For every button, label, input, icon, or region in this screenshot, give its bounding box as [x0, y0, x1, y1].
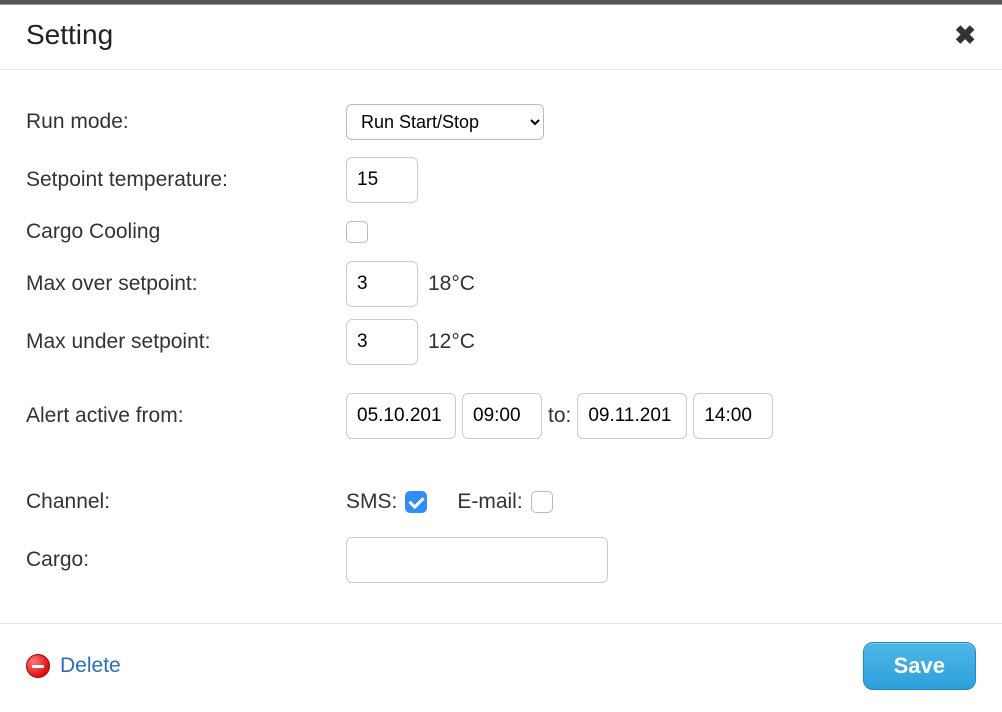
- delete-label: Delete: [60, 654, 121, 678]
- alert-to-time-input[interactable]: [693, 393, 773, 439]
- modal-header: Setting ✖: [0, 5, 1002, 70]
- sms-label: SMS:: [346, 490, 397, 514]
- alert-from-date-input[interactable]: [346, 393, 456, 439]
- cargo-cooling-checkbox[interactable]: [346, 221, 368, 243]
- max-over-computed: 18°C: [428, 272, 475, 296]
- save-button[interactable]: Save: [863, 642, 976, 690]
- row-cargo: Cargo:: [26, 534, 976, 586]
- cargo-cooling-label: Cargo Cooling: [26, 220, 346, 244]
- cargo-label: Cargo:: [26, 548, 346, 572]
- modal-footer: Delete Save: [0, 623, 1002, 712]
- row-alert-active: Alert active from: to:: [26, 390, 976, 442]
- row-cargo-cooling: Cargo Cooling: [26, 206, 976, 258]
- alert-to-date-input[interactable]: [577, 393, 687, 439]
- alert-to-label: to:: [548, 404, 571, 428]
- cargo-input[interactable]: [346, 537, 608, 583]
- max-under-label: Max under setpoint:: [26, 330, 346, 354]
- run-mode-label: Run mode:: [26, 110, 346, 134]
- row-setpoint-temp: Setpoint temperature:: [26, 154, 976, 206]
- settings-modal: Setting ✖ Run mode: Run Start/Stop Setpo…: [0, 5, 1002, 712]
- alert-from-time-input[interactable]: [462, 393, 542, 439]
- row-channel: Channel: SMS: E-mail:: [26, 476, 976, 528]
- email-label: E-mail:: [457, 490, 522, 514]
- delete-button[interactable]: Delete: [26, 654, 121, 678]
- row-max-under: Max under setpoint: 12°C: [26, 316, 976, 368]
- max-over-input[interactable]: [346, 261, 418, 307]
- email-checkbox[interactable]: [531, 491, 553, 513]
- row-run-mode: Run mode: Run Start/Stop: [26, 96, 976, 148]
- modal-body: Run mode: Run Start/Stop Setpoint temper…: [0, 70, 1002, 623]
- row-max-over: Max over setpoint: 18°C: [26, 258, 976, 310]
- alert-label: Alert active from:: [26, 404, 346, 428]
- max-under-input[interactable]: [346, 319, 418, 365]
- minus-circle-icon: [26, 654, 50, 678]
- run-mode-select[interactable]: Run Start/Stop: [346, 104, 544, 140]
- sms-checkbox[interactable]: [405, 491, 427, 513]
- max-over-label: Max over setpoint:: [26, 272, 346, 296]
- max-under-computed: 12°C: [428, 330, 475, 354]
- modal-title: Setting: [26, 19, 113, 51]
- setpoint-temp-label: Setpoint temperature:: [26, 168, 346, 192]
- close-icon[interactable]: ✖: [954, 22, 976, 48]
- channel-label: Channel:: [26, 490, 346, 514]
- setpoint-temp-input[interactable]: [346, 157, 418, 203]
